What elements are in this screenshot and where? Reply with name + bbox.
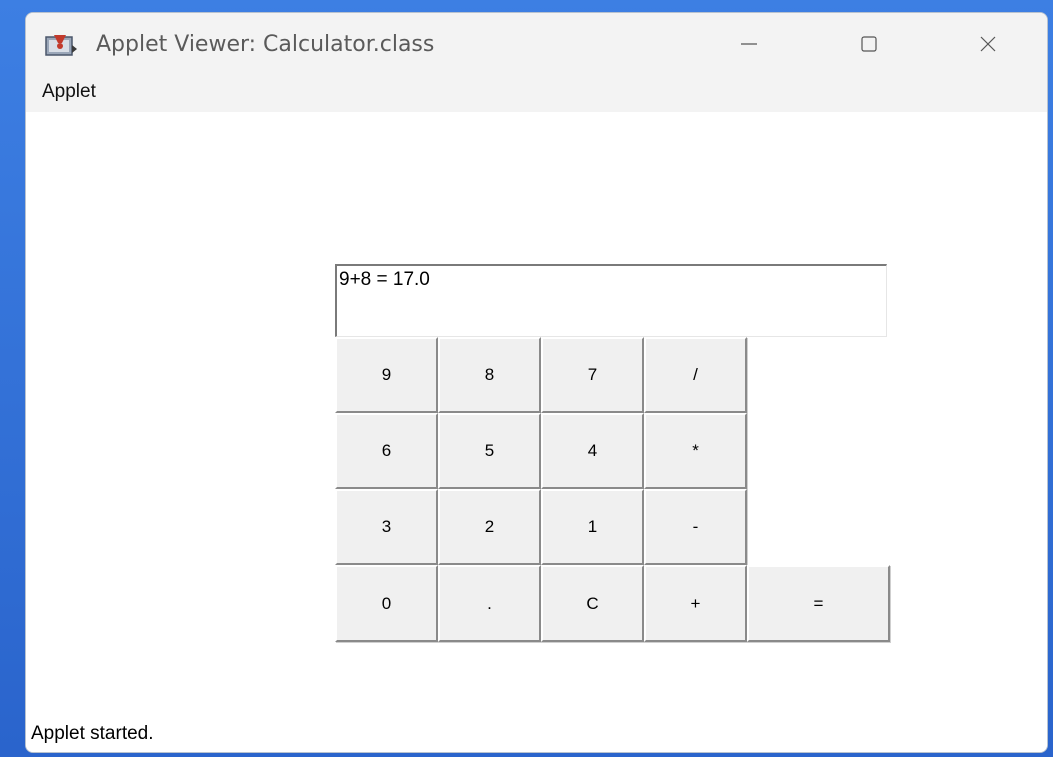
applet-content-area: 9+8 = 17.0 9 8 7 / 6 5 4 * 3 2 1 - 0 . C… — [26, 112, 1047, 752]
menu-bar: Applet — [26, 75, 1047, 112]
key-decimal[interactable]: . — [438, 565, 541, 642]
java-applet-icon — [44, 31, 78, 59]
maximize-icon — [859, 34, 879, 54]
key-3[interactable]: 3 — [335, 489, 438, 565]
key-equals[interactable]: = — [747, 565, 890, 642]
key-plus[interactable]: + — [644, 565, 747, 642]
applet-viewer-window: Applet Viewer: Calculator.class Applet 9… — [25, 12, 1048, 753]
key-5[interactable]: 5 — [438, 413, 541, 489]
key-1[interactable]: 1 — [541, 489, 644, 565]
key-6[interactable]: 6 — [335, 413, 438, 489]
key-8[interactable]: 8 — [438, 337, 541, 413]
window-title: Applet Viewer: Calculator.class — [96, 32, 435, 57]
title-bar[interactable]: Applet Viewer: Calculator.class — [26, 13, 1047, 75]
minimize-button[interactable] — [719, 23, 779, 65]
key-2[interactable]: 2 — [438, 489, 541, 565]
key-4[interactable]: 4 — [541, 413, 644, 489]
key-clear[interactable]: C — [541, 565, 644, 642]
key-9[interactable]: 9 — [335, 337, 438, 413]
key-0[interactable]: 0 — [335, 565, 438, 642]
desktop-background: Applet Viewer: Calculator.class Applet 9… — [0, 0, 1053, 757]
key-divide[interactable]: / — [644, 337, 747, 413]
close-button[interactable] — [958, 23, 1018, 65]
key-multiply[interactable]: * — [644, 413, 747, 489]
menu-item-applet[interactable]: Applet — [40, 79, 98, 105]
maximize-button[interactable] — [839, 23, 899, 65]
minimize-icon — [739, 34, 759, 54]
close-icon — [978, 34, 998, 54]
key-7[interactable]: 7 — [541, 337, 644, 413]
status-bar-text: Applet started. — [31, 723, 154, 744]
key-minus[interactable]: - — [644, 489, 747, 565]
calculator-display[interactable]: 9+8 = 17.0 — [335, 264, 887, 337]
